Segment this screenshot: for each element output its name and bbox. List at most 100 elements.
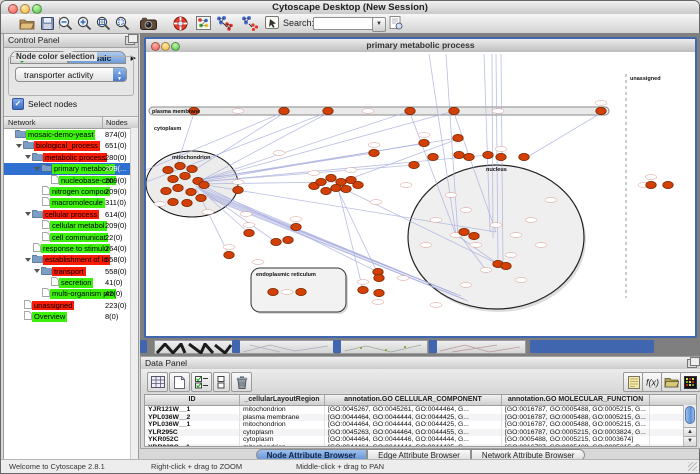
background-window-fragment[interactable] (436, 340, 526, 354)
node[interactable] (173, 184, 183, 191)
node[interactable] (199, 181, 209, 188)
float-panel-icon[interactable] (125, 36, 135, 45)
node[interactable] (316, 178, 326, 185)
node[interactable] (168, 175, 178, 182)
advanced-search-icon[interactable] (387, 15, 405, 31)
node[interactable] (428, 153, 438, 160)
tree-row-macromolecule[interactable]: macromolecule311(0) (4, 197, 138, 208)
disclosure-triangle-icon[interactable] (34, 269, 40, 273)
node[interactable] (291, 223, 301, 230)
node[interactable] (369, 149, 379, 156)
tree-row-secretion[interactable]: secretion41(0) (4, 277, 138, 288)
node[interactable] (321, 187, 331, 194)
node[interactable] (454, 151, 464, 158)
edge[interactable] (336, 186, 378, 274)
network-copy-icon[interactable] (215, 15, 233, 31)
background-window-fragment[interactable] (154, 340, 241, 354)
new-attribute-icon[interactable] (169, 372, 190, 392)
search-input[interactable] (313, 17, 377, 30)
zoom-in-icon[interactable] (75, 15, 93, 31)
scrollbar-thumb[interactable] (685, 406, 695, 424)
node[interactable] (453, 134, 463, 141)
column-header-go-2[interactable]: annotation.GO CELLULAR_COMPONENT (325, 395, 502, 405)
node[interactable] (163, 166, 173, 173)
import-attributes-icon[interactable] (661, 372, 682, 392)
disclosure-triangle-icon[interactable] (25, 258, 31, 262)
node[interactable] (405, 107, 415, 114)
tree-row-response-to-stimulu[interactable]: response to stimulu264(0) (4, 243, 138, 254)
resize-grip[interactable] (688, 462, 697, 471)
open-icon[interactable] (18, 15, 36, 31)
node[interactable] (341, 185, 351, 192)
column-header-id[interactable]: ID (145, 395, 240, 405)
tree-row-overview[interactable]: Overview8(0) (4, 311, 138, 322)
node[interactable] (268, 288, 278, 295)
column-header-region[interactable]: _cellularLayoutRegion (240, 395, 325, 405)
table-scrollbar[interactable]: ▲ ▼ (683, 405, 696, 446)
formula-icon[interactable]: f(x) (642, 372, 663, 392)
disclosure-triangle-icon[interactable] (25, 212, 31, 216)
node[interactable] (459, 228, 469, 235)
node[interactable] (182, 199, 192, 206)
node[interactable] (419, 139, 429, 146)
node[interactable] (449, 107, 459, 114)
node[interactable] (409, 161, 419, 168)
node[interactable] (175, 162, 185, 169)
node[interactable] (168, 198, 178, 205)
notes-icon[interactable] (623, 372, 644, 392)
save-icon[interactable] (38, 15, 56, 31)
disclosure-triangle-icon[interactable] (34, 167, 40, 171)
node[interactable] (663, 181, 673, 188)
node[interactable] (180, 172, 190, 179)
table-row-yjr121w__1[interactable]: YJR121W__1mitochondrion[GO:0045267, GO:0… (145, 406, 696, 414)
heatmap-icon[interactable] (680, 372, 700, 392)
zoom-selected-icon[interactable] (113, 15, 131, 31)
disclosure-triangle-icon[interactable] (25, 155, 31, 159)
tree-row-metabolic-process[interactable]: metabolic process280(0) (4, 152, 138, 163)
node[interactable] (283, 236, 293, 243)
tree-header[interactable]: Network Nodes (4, 117, 138, 129)
window-titlebar[interactable]: Cytoscape Desktop (New Session) (1, 1, 699, 15)
node[interactable] (323, 107, 333, 114)
unselect-attributes-icon[interactable] (213, 372, 230, 392)
edge[interactable] (196, 111, 454, 182)
attribute-table-icon[interactable] (147, 372, 168, 392)
network-canvas[interactable]: plasma membranecytoplasmmitochondrionnuc… (146, 52, 695, 336)
edge[interactable] (188, 113, 284, 174)
node[interactable] (279, 107, 289, 114)
delete-attribute-icon[interactable] (231, 372, 252, 392)
network-view-icon[interactable] (240, 15, 258, 31)
node[interactable] (501, 262, 511, 269)
network-window-titlebar[interactable]: primary metabolic process (146, 39, 695, 53)
tree-row-mosaic-demo-yeast[interactable]: mosaic-demo-yeast874(0) (4, 129, 138, 140)
disclosure-triangle-icon[interactable] (16, 144, 22, 148)
node[interactable] (646, 181, 656, 188)
network-view-window[interactable]: primary metabolic process plasma membran… (144, 37, 697, 338)
tree-row-transport[interactable]: transport558(0) (4, 266, 138, 277)
scroll-down-icon[interactable]: ▼ (684, 436, 696, 446)
column-divider[interactable] (102, 117, 103, 128)
tree-row-biological-process[interactable]: biological_process651(0) (4, 140, 138, 151)
help-icon[interactable] (171, 15, 189, 31)
select-nodes-checkbox[interactable]: ✓ (12, 98, 24, 110)
table-row-ypl036w__2[interactable]: YPL036W__2plasma membrane[GO:0044464, GO… (145, 414, 696, 422)
node[interactable] (464, 153, 474, 160)
annotation-icon[interactable] (263, 15, 281, 31)
node[interactable] (358, 286, 368, 293)
node[interactable] (161, 187, 171, 194)
search-dropdown-button[interactable]: ▼ (372, 17, 386, 32)
tree-row-nucleobase-con[interactable]: nucleobase-con209(0) (4, 175, 138, 186)
table-row-ylr295c[interactable]: YLR295Ccytoplasm[GO:0045263, GO:0044464,… (145, 429, 696, 437)
node[interactable] (331, 184, 341, 191)
select-attributes-icon[interactable] (191, 372, 212, 392)
tree-row-cellular-metabol[interactable]: cellular metabol209(0) (4, 220, 138, 231)
node[interactable] (244, 229, 254, 236)
node[interactable] (271, 238, 281, 245)
tree-row-establishment-of-lo[interactable]: establishment of lo558(0) (4, 254, 138, 265)
zoom-out-icon[interactable] (56, 15, 74, 31)
table-row-ypl036w__1[interactable]: YPL036W__1mitochondrion[GO:0044464, GO:0… (145, 421, 696, 429)
node[interactable] (187, 165, 197, 172)
column-header-go-3[interactable]: annotation.GO MOLECULAR_FUNCTION (502, 395, 650, 405)
node[interactable] (296, 288, 306, 295)
tree-row-multi-organism-pro[interactable]: multi-organism pro42(0) (4, 288, 138, 299)
